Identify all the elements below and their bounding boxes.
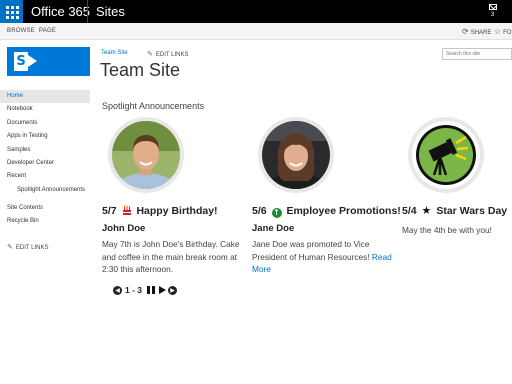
card-title: 5/6 ↑ Employee Promotions! (252, 205, 401, 218)
sidebar-item-documents[interactable]: Documents (0, 117, 90, 130)
up-arrow-circle-icon: ↑ (271, 208, 282, 218)
birthday-cake-icon (122, 205, 131, 215)
sidebar-item-recycle-bin[interactable]: Recycle Bin (0, 215, 90, 228)
card-date: 5/7 (102, 205, 117, 217)
edit-links-nav-label: EDIT LINKS (15, 245, 49, 251)
page-title: Team Site (100, 60, 181, 80)
card-title: 5/7 Happy Birthday! (102, 205, 218, 217)
sidebar-item-site-contents[interactable]: Site Contents (0, 202, 90, 215)
mail-icon (488, 4, 497, 10)
next-icon[interactable]: ▶ (168, 285, 178, 295)
card-title-text: Happy Birthday! (136, 205, 218, 217)
card-person-name: Jane Doe (252, 223, 295, 234)
card-date: 5/4 (402, 205, 417, 217)
follow-button[interactable]: ☆ FO (494, 23, 512, 40)
share-label: SHARE (470, 30, 492, 36)
search-input[interactable] (442, 48, 512, 60)
spotlight-image (412, 121, 480, 189)
share-button[interactable]: ⟳ SHARE (462, 23, 491, 40)
breadcrumb[interactable]: Team Site (101, 50, 128, 56)
spotlight-pager: ◀ 1 - 3 ▶ (113, 284, 178, 296)
pause-icon[interactable] (147, 286, 156, 294)
previous-icon[interactable]: ◀ (113, 285, 122, 295)
ribbon-bar: BROWSE PAGE ⟳ SHARE ☆ FO (0, 23, 512, 40)
office365-brand[interactable]: Office 365 (31, 0, 90, 23)
sidebar-item-notebook[interactable]: Notebook (0, 103, 90, 116)
mail-button[interactable]: 3 (480, 0, 505, 23)
left-navigation: Home Notebook Documents Apps in Testing … (0, 90, 90, 229)
sharepoint-logo-icon: S (14, 52, 28, 71)
mail-count-badge: 3 (490, 12, 495, 18)
card-body: Jane Doe was promoted to Vice President … (252, 238, 392, 276)
avatar (108, 117, 184, 193)
star-outline-icon: ☆ (494, 27, 502, 36)
avatar (258, 117, 334, 193)
sidebar-item-samples[interactable]: Samples (0, 144, 90, 157)
follow-label: FO (503, 30, 512, 36)
sidebar-item-developer-center[interactable]: Developer Center (0, 157, 90, 170)
edit-links-nav-button[interactable]: ✎ EDIT LINKS (7, 243, 48, 251)
sites-link[interactable]: Sites (96, 0, 125, 23)
card-body: May the 4th be with you! (402, 224, 510, 237)
sidebar-item-spotlight-announcements[interactable]: Spotlight Announcements (0, 184, 90, 202)
card-person-name: John Doe (102, 223, 146, 234)
site-logo[interactable]: S (7, 47, 90, 76)
card-body-text: Jane Doe was promoted to Vice President … (252, 239, 370, 262)
tab-page[interactable]: PAGE (39, 23, 56, 40)
card-date: 5/6 (252, 205, 267, 217)
card-body-text: May 7th is John Doe's Birthday. Cake and… (102, 239, 240, 274)
play-icon[interactable] (159, 286, 167, 294)
avatar (408, 117, 484, 193)
edit-links-top-button[interactable]: ✎ EDIT LINKS (147, 50, 188, 58)
suite-bar: Office 365 Sites 3 (0, 0, 512, 23)
edit-links-label: EDIT LINKS (155, 52, 189, 58)
share-icon: ⟳ (462, 27, 469, 36)
person-photo (112, 121, 180, 189)
app-launcher-icon[interactable] (0, 0, 23, 23)
sidebar-item-recent[interactable]: Recent (0, 170, 90, 183)
tab-browse[interactable]: BROWSE (7, 23, 35, 40)
card-title-text: Star Wars Day (436, 205, 508, 217)
pager-range: 1 - 3 (125, 285, 143, 295)
suite-divider (87, 0, 88, 23)
card-body-text: May the 4th be with you! (402, 225, 492, 235)
spotlight-heading: Spotlight Announcements (102, 101, 205, 111)
pencil-icon: ✎ (7, 244, 13, 251)
pencil-icon: ✎ (147, 51, 153, 58)
card-title-text: Employee Promotions! (286, 205, 401, 217)
sidebar-item-apps-in-testing[interactable]: Apps in Testing (0, 130, 90, 143)
star-icon: ★ (421, 204, 432, 217)
person-photo (262, 121, 330, 189)
card-title: 5/4 ★ Star Wars Day (402, 205, 507, 217)
card-body: May 7th is John Doe's Birthday. Cake and… (102, 238, 246, 276)
sidebar-item-home[interactable]: Home (0, 90, 90, 104)
